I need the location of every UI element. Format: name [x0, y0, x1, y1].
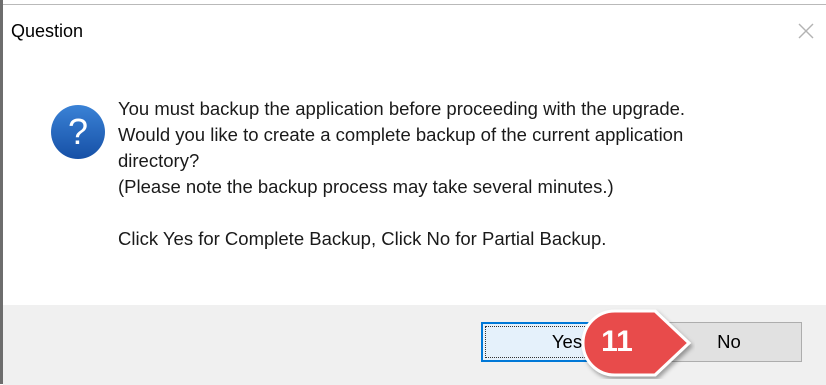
- message-line: directory?: [118, 150, 200, 171]
- message-line: You must backup the application before p…: [118, 98, 686, 119]
- svg-text:?: ?: [68, 111, 88, 152]
- dialog-title: Question: [11, 21, 84, 41]
- question-icon: ?: [51, 105, 105, 159]
- close-icon: [798, 23, 814, 39]
- title-bar: Question: [3, 5, 826, 57]
- message-line: Would you like to create a complete back…: [118, 124, 684, 145]
- dialog-content: ? You must backup the application before…: [3, 57, 826, 305]
- close-button[interactable]: [786, 9, 826, 53]
- message-line: Click Yes for Complete Backup, Click No …: [118, 228, 607, 249]
- dialog-message: You must backup the application before p…: [118, 96, 798, 252]
- no-button-label: No: [717, 331, 741, 352]
- step-number-label: 11: [601, 325, 633, 358]
- message-line: (Please note the backup process may take…: [118, 176, 614, 197]
